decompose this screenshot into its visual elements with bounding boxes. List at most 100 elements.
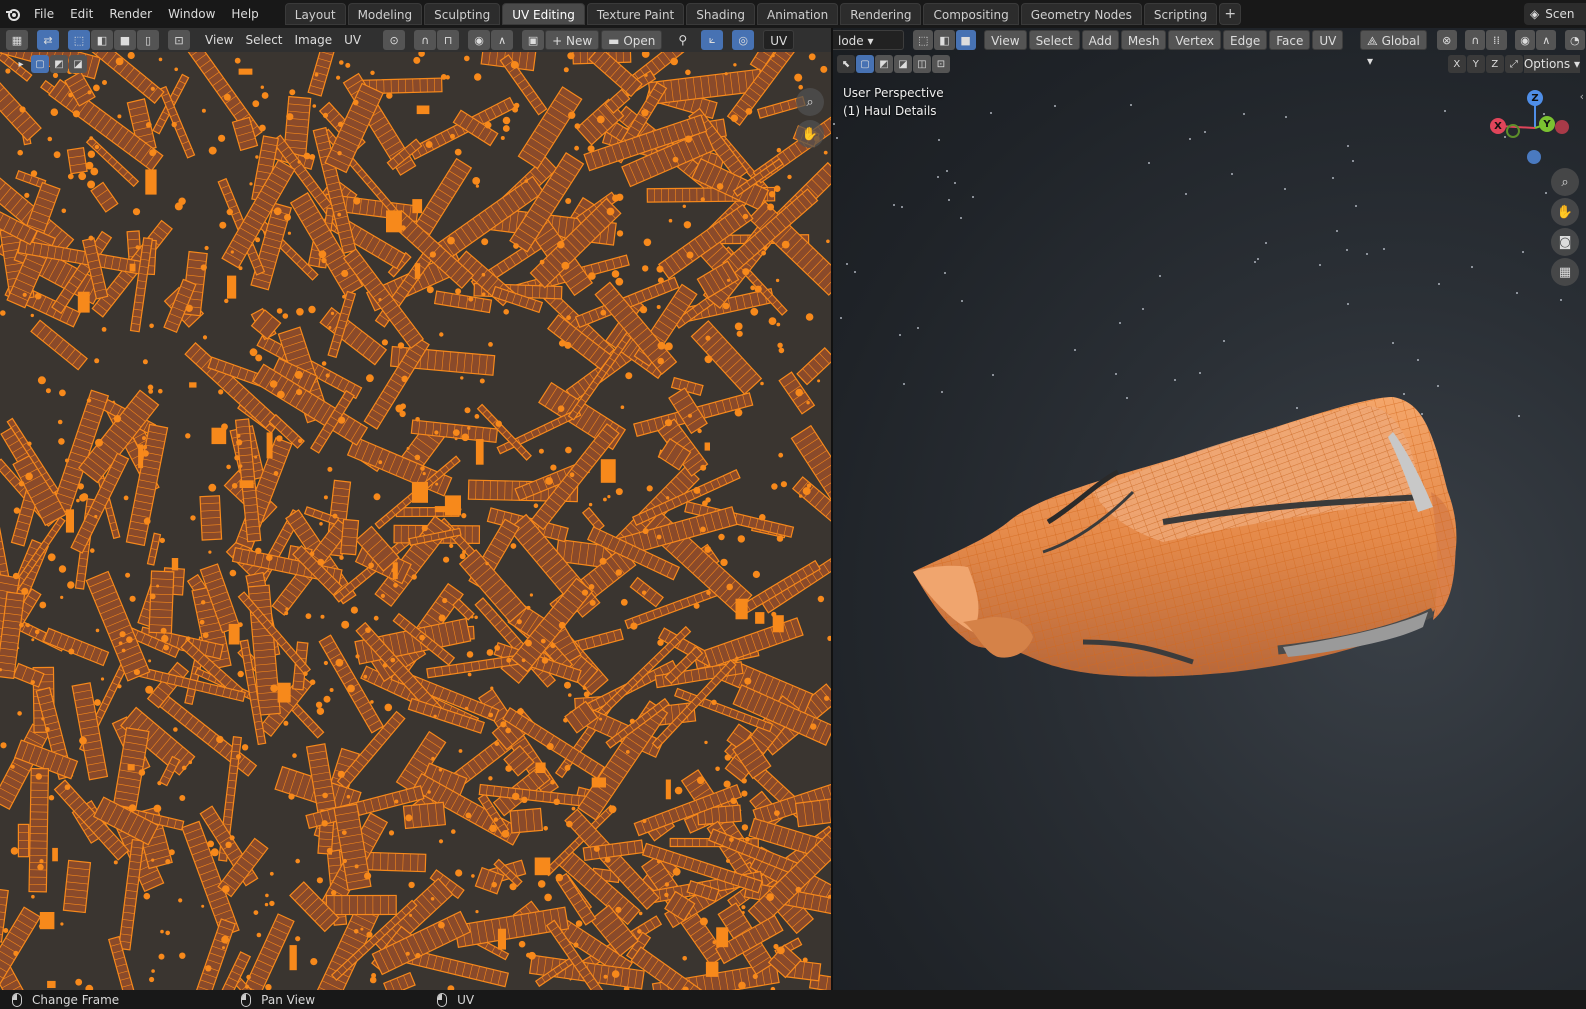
uv-menu-select[interactable]: Select: [239, 30, 288, 50]
tab-compositing[interactable]: Compositing: [923, 3, 1019, 25]
mirror-x-toggle[interactable]: X: [1447, 55, 1466, 73]
scene-selector[interactable]: ◈ Scen: [1524, 3, 1586, 25]
tab-modeling[interactable]: Modeling: [347, 3, 423, 25]
vp-menu-uv[interactable]: UV: [1312, 30, 1344, 50]
pivot-point-icon[interactable]: ⊗: [1436, 30, 1457, 50]
vp-menu-view[interactable]: View: [984, 30, 1027, 50]
sticky-select-icon[interactable]: ⊡: [168, 30, 190, 50]
uv-canvas[interactable]: [0, 52, 831, 990]
falloff-icon[interactable]: ∧: [491, 30, 514, 50]
vertex-select-icon[interactable]: ⬚: [68, 30, 90, 50]
select-box-subtract-icon[interactable]: ◪: [894, 55, 912, 73]
snap-increment-icon[interactable]: ⁞⁞: [1486, 30, 1507, 50]
snap-target-icon[interactable]: ⊓: [437, 30, 460, 50]
vertex-mode-icon[interactable]: ⬚: [913, 30, 934, 50]
vp-menu-select[interactable]: Select: [1028, 30, 1080, 50]
menu-render[interactable]: Render: [101, 3, 160, 25]
mouse-middle-icon: [241, 992, 252, 1007]
gizmo-y-axis[interactable]: Y: [1539, 116, 1555, 132]
sidebar-toggle-icon[interactable]: ‹: [1580, 90, 1584, 103]
proportional-edit-icon[interactable]: ◉: [468, 30, 491, 50]
zoom-icon[interactable]: ⌕: [1551, 168, 1579, 196]
menu-help[interactable]: Help: [223, 3, 266, 25]
uv-sync-icon[interactable]: ⟀: [701, 30, 724, 50]
add-workspace-button[interactable]: +: [1219, 3, 1242, 25]
select-box-intersect-icon[interactable]: ⊡: [932, 55, 950, 73]
vp-menu-edge[interactable]: Edge: [1223, 30, 1268, 50]
vp-menu-vertex[interactable]: Vertex: [1168, 30, 1221, 50]
tab-shading[interactable]: Shading: [686, 3, 755, 25]
select-new-icon[interactable]: ▢: [31, 55, 49, 73]
ship-mesh[interactable]: [833, 52, 1586, 990]
zoom-icon[interactable]: ⌕: [796, 88, 824, 116]
edge-select-icon[interactable]: ◧: [91, 30, 113, 50]
mirror-z-toggle[interactable]: Z: [1485, 55, 1504, 73]
select-box-invert-icon[interactable]: ◫: [913, 55, 931, 73]
uv-map-label[interactable]: UV: [763, 30, 795, 50]
3d-viewport[interactable]: lode ▾ ⬚ ◧ ■ View Select Add Mesh Vertex…: [833, 28, 1586, 990]
edge-mode-icon[interactable]: ◧: [934, 30, 955, 50]
visibility-eye-icon[interactable]: ◔: [1564, 30, 1585, 50]
options-label: Options: [1523, 57, 1571, 71]
camera-view-icon[interactable]: ◙: [1551, 228, 1579, 256]
snap-magnet-icon[interactable]: ∩: [1465, 30, 1486, 50]
gizmo-neg-x-axis[interactable]: [1555, 120, 1569, 134]
status-uv-label: UV: [457, 992, 475, 1007]
tab-animation[interactable]: Animation: [757, 3, 839, 25]
status-uv: UV: [437, 992, 475, 1007]
mirror-y-toggle[interactable]: Y: [1466, 55, 1485, 73]
menu-edit[interactable]: Edit: [62, 3, 101, 25]
tab-geometry-nodes[interactable]: Geometry Nodes: [1020, 3, 1142, 25]
select-extend-icon[interactable]: ◩: [50, 55, 68, 73]
face-select-icon[interactable]: ■: [114, 30, 136, 50]
status-pan-view-label: Pan View: [261, 992, 316, 1007]
tab-uv-editing[interactable]: UV Editing: [502, 3, 585, 25]
viewport-header: lode ▾ ⬚ ◧ ■ View Select Add Mesh Vertex…: [833, 28, 1586, 68]
tab-layout[interactable]: Layout: [284, 3, 346, 25]
workspace-tabs: Layout Modeling Sculpting UV Editing Tex…: [284, 3, 1242, 25]
proportional-falloff-icon[interactable]: ∧: [1536, 30, 1557, 50]
select-tool-icon[interactable]: ⬉: [837, 55, 855, 73]
vp-menu-add[interactable]: Add: [1081, 30, 1119, 50]
mode-selector[interactable]: lode ▾: [833, 30, 904, 50]
blender-logo-icon[interactable]: [0, 0, 26, 28]
uv-menu-uv[interactable]: UV: [338, 30, 367, 50]
sync-selection-icon[interactable]: ⇄: [37, 30, 59, 50]
proportional-editing-icon[interactable]: ◉: [1514, 30, 1536, 50]
mode-label: lode: [838, 34, 864, 48]
editor-type-icon[interactable]: ▦: [6, 30, 28, 50]
uv-menu-image[interactable]: Image: [289, 30, 339, 50]
tab-sculpting[interactable]: Sculpting: [424, 3, 501, 25]
toolbar-toggle-icon[interactable]: ▸: [12, 55, 30, 73]
pan-hand-icon[interactable]: ✋: [1551, 198, 1579, 226]
vp-menu-mesh[interactable]: Mesh: [1120, 30, 1167, 50]
menu-file[interactable]: File: [26, 3, 62, 25]
pan-hand-icon[interactable]: ✋: [796, 120, 824, 148]
options-dropdown[interactable]: Options ▾: [1523, 55, 1580, 73]
transform-affect-icon[interactable]: ⤢: [1504, 55, 1523, 73]
transform-orientation-dropdown[interactable]: ⟁ Global ▾: [1360, 30, 1428, 68]
pin-icon[interactable]: ⚲: [672, 30, 693, 50]
new-image-button[interactable]: + New: [545, 30, 600, 50]
gizmo-x-axis[interactable]: X: [1490, 118, 1506, 134]
tab-rendering[interactable]: Rendering: [840, 3, 922, 25]
island-select-icon[interactable]: ▯: [137, 30, 159, 50]
menu-window[interactable]: Window: [160, 3, 223, 25]
tab-scripting[interactable]: Scripting: [1143, 3, 1218, 25]
image-browse-icon[interactable]: ▣: [522, 30, 545, 50]
open-image-button[interactable]: ▬ Open: [601, 30, 663, 50]
overlays-icon[interactable]: ◎: [732, 30, 755, 50]
ortho-grid-icon[interactable]: ▦: [1551, 258, 1579, 286]
gizmo-neg-y-axis[interactable]: [1506, 124, 1520, 138]
tab-texture-paint[interactable]: Texture Paint: [586, 3, 685, 25]
snap-icon[interactable]: ∩: [414, 30, 437, 50]
pivot-icon[interactable]: ⊙: [383, 30, 406, 50]
gizmo-z-axis[interactable]: Z: [1527, 90, 1543, 106]
face-mode-icon[interactable]: ■: [955, 30, 976, 50]
select-box-extend-icon[interactable]: ◩: [875, 55, 893, 73]
select-subtract-icon[interactable]: ◪: [69, 55, 87, 73]
select-box-new-icon[interactable]: ▢: [856, 55, 874, 73]
vp-menu-face[interactable]: Face: [1269, 30, 1311, 50]
gizmo-neg-z-axis[interactable]: [1527, 150, 1541, 164]
uv-menu-view[interactable]: View: [199, 30, 239, 50]
